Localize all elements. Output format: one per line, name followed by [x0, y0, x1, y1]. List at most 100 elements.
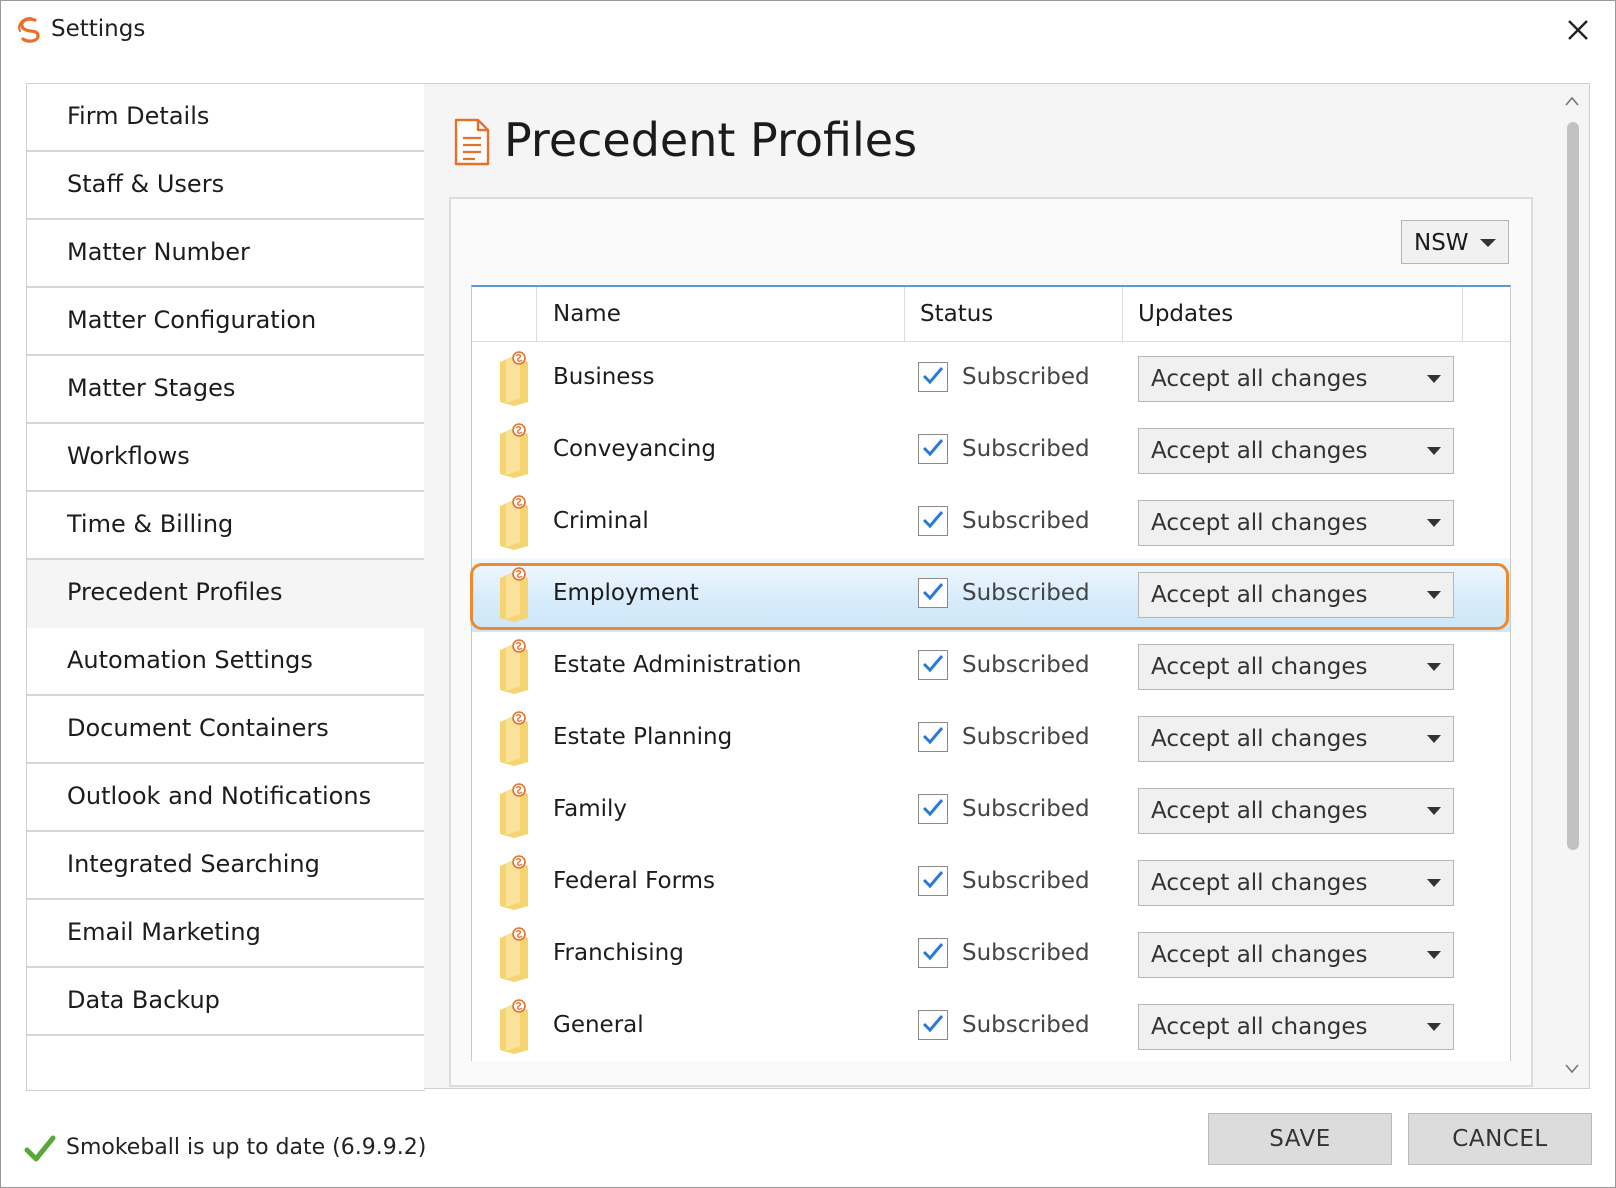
save-button[interactable]: SAVE [1208, 1113, 1392, 1165]
table-row[interactable]: General Subscribed Accept all changes [472, 990, 1510, 1061]
folder-icon [500, 423, 528, 478]
sidebar-item-automation-settings[interactable]: Automation Settings [27, 628, 425, 696]
checkmark-icon [24, 1135, 56, 1162]
updates-dropdown[interactable]: Accept all changes [1138, 860, 1454, 906]
status-text: Subscribed [962, 508, 1090, 534]
subscribed-checkbox[interactable] [918, 578, 948, 608]
chevron-down-icon [1427, 807, 1441, 815]
sidebar-item-email-marketing[interactable]: Email Marketing [27, 900, 425, 968]
sidebar-item-matter-stages[interactable]: Matter Stages [27, 356, 425, 424]
sidebar-item-data-backup[interactable]: Data Backup [27, 968, 425, 1036]
subscribed-checkbox[interactable] [918, 506, 948, 536]
status-text: Subscribed [962, 940, 1090, 966]
sidebar-item-label: Matter Stages [67, 374, 236, 402]
updates-value: Accept all changes [1151, 726, 1368, 752]
column-header-status[interactable]: Status [920, 301, 993, 327]
updates-value: Accept all changes [1151, 798, 1368, 824]
column-header-name[interactable]: Name [553, 301, 621, 327]
status-text: Subscribed [962, 868, 1090, 894]
checkmark-icon [922, 1015, 944, 1033]
table-row[interactable]: Business Subscribed Accept all changes [472, 342, 1510, 416]
checkmark-icon [922, 799, 944, 817]
sidebar-item-firm-details[interactable]: Firm Details [27, 84, 425, 152]
checkmark-icon [922, 439, 944, 457]
sidebar-item-label: Integrated Searching [67, 850, 320, 878]
sidebar-item-label: Email Marketing [67, 918, 261, 946]
state-select-value: NSW [1414, 230, 1469, 256]
status-text: Subscribed [962, 1012, 1090, 1038]
folder-icon [500, 783, 528, 838]
vertical-scrollbar[interactable] [1561, 89, 1583, 1079]
checkmark-icon [922, 367, 944, 385]
updates-dropdown[interactable]: Accept all changes [1138, 716, 1454, 762]
sidebar-item-label: Staff & Users [67, 170, 225, 198]
folder-icon [500, 927, 528, 982]
profile-name: Estate Administration [553, 652, 802, 678]
cancel-button[interactable]: CANCEL [1408, 1113, 1592, 1165]
chevron-down-icon [1427, 735, 1441, 743]
sidebar-item-workflows[interactable]: Workflows [27, 424, 425, 492]
subscribed-checkbox[interactable] [918, 362, 948, 392]
profile-name: General [553, 1012, 644, 1038]
close-icon[interactable] [1561, 13, 1595, 47]
sidebar-item-outlook-notifications[interactable]: Outlook and Notifications [27, 764, 425, 832]
update-status-text: Smokeball is up to date (6.9.9.2) [66, 1135, 427, 1160]
column-separator [1462, 287, 1463, 341]
scroll-down-icon[interactable] [1565, 1063, 1579, 1075]
folder-icon [500, 351, 528, 406]
sidebar-item-time-billing[interactable]: Time & Billing [27, 492, 425, 560]
sidebar-item-label: Firm Details [67, 102, 210, 130]
scrollbar-thumb[interactable] [1567, 122, 1579, 850]
page-title: Precedent Profiles [504, 113, 918, 167]
sidebar-item-label: Precedent Profiles [67, 578, 283, 606]
chevron-down-icon [1427, 879, 1441, 887]
checkmark-icon [922, 727, 944, 745]
table-row[interactable]: Estate Planning Subscribed Accept all ch… [472, 702, 1510, 776]
column-header-updates[interactable]: Updates [1138, 301, 1233, 327]
chevron-down-icon [1480, 239, 1496, 247]
sidebar-item-precedent-profiles[interactable]: Precedent Profiles [27, 560, 425, 628]
scroll-up-icon[interactable] [1565, 95, 1579, 107]
updates-value: Accept all changes [1151, 366, 1368, 392]
smokeball-logo-icon [18, 17, 40, 43]
sidebar-item-matter-number[interactable]: Matter Number [27, 220, 425, 288]
updates-dropdown[interactable]: Accept all changes [1138, 1004, 1454, 1050]
table-row-selected[interactable]: Employment Subscribed Accept all changes [472, 558, 1510, 632]
table-row[interactable]: Federal Forms Subscribed Accept all chan… [472, 846, 1510, 920]
updates-dropdown[interactable]: Accept all changes [1138, 356, 1454, 402]
chevron-down-icon [1427, 519, 1441, 527]
table-row[interactable]: Franchising Subscribed Accept all change… [472, 918, 1510, 992]
updates-dropdown[interactable]: Accept all changes [1138, 932, 1454, 978]
settings-sidebar: Firm Details Staff & Users Matter Number… [26, 83, 425, 1091]
table-row[interactable]: Estate Administration Subscribed Accept … [472, 630, 1510, 704]
updates-dropdown[interactable]: Accept all changes [1138, 428, 1454, 474]
table-row[interactable]: Family Subscribed Accept all changes [472, 774, 1510, 848]
subscribed-checkbox[interactable] [918, 722, 948, 752]
sidebar-item-document-containers[interactable]: Document Containers [27, 696, 425, 764]
subscribed-checkbox[interactable] [918, 1010, 948, 1040]
subscribed-checkbox[interactable] [918, 866, 948, 896]
subscribed-checkbox[interactable] [918, 938, 948, 968]
sidebar-item-label: Data Backup [67, 986, 220, 1014]
status-text: Subscribed [962, 436, 1090, 462]
updates-dropdown[interactable]: Accept all changes [1138, 572, 1454, 618]
table-row[interactable]: Conveyancing Subscribed Accept all chang… [472, 414, 1510, 488]
sidebar-item-staff-users[interactable]: Staff & Users [27, 152, 425, 220]
profile-name: Employment [553, 580, 699, 606]
status-text: Subscribed [962, 580, 1090, 606]
updates-dropdown[interactable]: Accept all changes [1138, 644, 1454, 690]
subscribed-checkbox[interactable] [918, 650, 948, 680]
sidebar-item-label: Matter Configuration [67, 306, 317, 334]
sidebar-item-integrated-searching[interactable]: Integrated Searching [27, 832, 425, 900]
subscribed-checkbox[interactable] [918, 434, 948, 464]
subscribed-checkbox[interactable] [918, 794, 948, 824]
status-text: Subscribed [962, 364, 1090, 390]
state-select[interactable]: NSW [1401, 220, 1509, 264]
sidebar-item-matter-configuration[interactable]: Matter Configuration [27, 288, 425, 356]
updates-dropdown[interactable]: Accept all changes [1138, 788, 1454, 834]
checkmark-icon [922, 511, 944, 529]
save-button-label: SAVE [1269, 1126, 1331, 1152]
updates-value: Accept all changes [1151, 438, 1368, 464]
updates-dropdown[interactable]: Accept all changes [1138, 500, 1454, 546]
table-row[interactable]: Criminal Subscribed Accept all changes [472, 486, 1510, 560]
